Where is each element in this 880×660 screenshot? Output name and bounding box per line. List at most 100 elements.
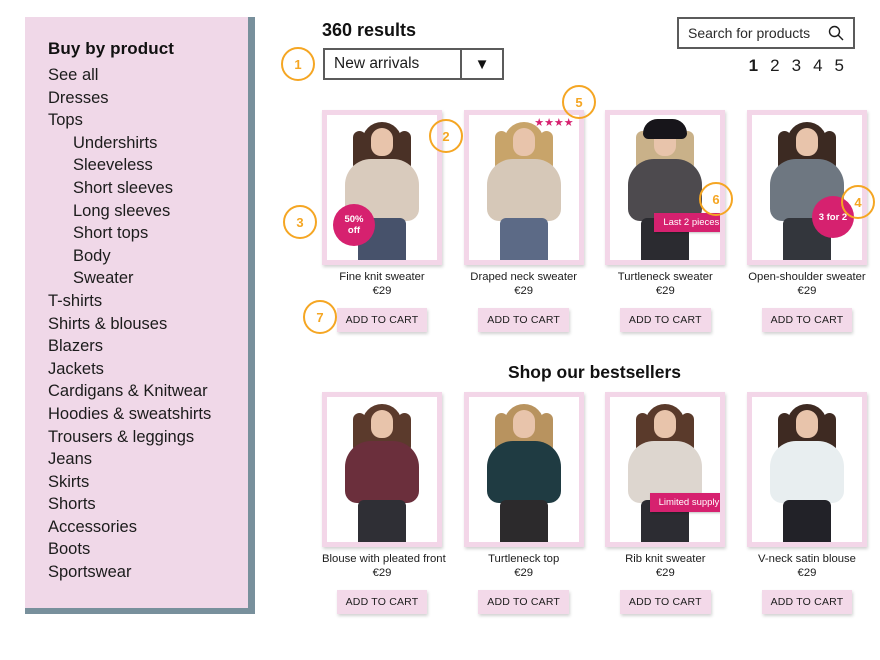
sidebar-item-skirts[interactable]: Skirts [25,471,248,494]
add-to-cart-button[interactable]: ADD TO CART [478,590,570,614]
add-to-cart-wrapper: ADD TO CART [322,590,442,614]
product-title[interactable]: V-neck satin blouse [747,553,867,566]
search-icon[interactable] [828,25,844,41]
sidebar-item-short-tops[interactable]: Short tops [25,222,248,245]
pagination-page-2[interactable]: 2 [770,56,779,76]
sidebar-item-sweater[interactable]: Sweater [25,267,248,290]
product-title[interactable]: Turtleneck sweater [605,271,725,284]
product-title[interactable]: Rib knit sweater [605,553,725,566]
promo-badge-line1: 50% [344,214,364,225]
product-title[interactable]: Blouse with pleated front [322,553,446,566]
product-image-frame[interactable] [322,392,442,547]
sidebar-item-jackets[interactable]: Jackets [25,358,248,381]
add-to-cart-button[interactable]: ADD TO CART [619,590,711,614]
sidebar-item-see-all[interactable]: See all [25,64,248,87]
product-card[interactable]: Blouse with pleated front €29 ADD TO CART [322,392,446,614]
chevron-down-icon[interactable]: ▼ [462,50,502,78]
product-card[interactable]: V-neck satin blouse €29 ADD TO CART [746,392,867,614]
product-image-frame[interactable]: ★★★★ [463,110,584,265]
product-photo [468,115,579,260]
category-sidebar: Buy by product See all Dresses Tops Undersh… [25,17,255,614]
add-to-cart-wrapper: ADD TO CART [464,590,584,614]
add-to-cart-button[interactable]: ADD TO CART [336,308,428,332]
add-to-cart-wrapper: ADD TO CART [747,308,867,332]
product-price: €29 [797,567,817,579]
pagination-page-5[interactable]: 5 [835,56,844,76]
product-title[interactable]: Draped neck sweater [464,271,584,284]
sidebar-item-blazers[interactable]: Blazers [25,335,248,358]
callout-marker-5: 5 [562,85,596,119]
sidebar-heading: Buy by product [48,39,175,58]
bestsellers-heading: Shop our bestsellers [507,362,682,382]
sidebar-item-shirts-blouses[interactable]: Shirts & blouses [25,313,248,336]
sidebar-item-cardigans-knitwear[interactable]: Cardigans & Knitwear [25,380,248,403]
add-to-cart-button[interactable]: ADD TO CART [761,590,853,614]
product-image-frame[interactable]: 50% off [322,110,442,265]
callout-marker-1: 1 [281,47,315,81]
pagination-page-1[interactable]: 1 [749,56,758,76]
pagination-page-3[interactable]: 3 [792,56,801,76]
sidebar-item-short-sleeves[interactable]: Short sleeves [25,177,248,200]
promo-badge: 50% off [333,204,375,246]
product-photo [751,397,862,542]
product-price: €29 [514,285,534,297]
sidebar-item-boots[interactable]: Boots [25,538,248,561]
promo-badge-line2: off [347,225,361,236]
search-placeholder-text[interactable]: Search for products [688,25,828,41]
callout-marker-6: 6 [699,182,733,216]
add-to-cart-button[interactable]: ADD TO CART [336,590,428,614]
product-photo [610,397,721,542]
sidebar-item-long-sleeves[interactable]: Long sleeves [25,200,248,223]
callout-marker-7: 7 [303,300,337,334]
sort-dropdown-value[interactable]: New arrivals [325,50,462,78]
product-price: €29 [372,285,392,297]
product-title[interactable]: Fine knit sweater [322,271,442,284]
add-to-cart-button[interactable]: ADD TO CART [619,308,711,332]
product-price: €29 [655,285,675,297]
sidebar-item-dresses[interactable]: Dresses [25,87,248,110]
product-photo [468,397,579,542]
add-to-cart-wrapper: ADD TO CART [464,308,584,332]
results-count: 360 results [322,20,417,40]
sidebar-item-t-shirts[interactable]: T-shirts [25,290,248,313]
sidebar-item-shorts[interactable]: Shorts [25,493,248,516]
sidebar-item-trousers-leggings[interactable]: Trousers & leggings [25,426,248,449]
product-card[interactable]: Turtleneck top €29 ADD TO CART [463,392,584,614]
sidebar-item-sleeveless[interactable]: Sleeveless [25,154,248,177]
rating-stars: ★★★★ [534,117,574,129]
promo-ribbon: Limited supply [649,493,721,512]
product-title[interactable]: Turtleneck top [464,553,584,566]
product-card[interactable]: 3 for 2 Open-shoulder sweater €29 ADD TO CA… [746,110,867,332]
product-price: €29 [797,285,817,297]
callout-marker-2: 2 [429,119,463,153]
product-title[interactable]: Open-shoulder sweater [747,271,867,284]
product-image-frame[interactable] [746,392,867,547]
product-grid-new-arrivals: 50% off Fine knit sweater €29 ADD TO CART ★★★… [322,110,867,332]
product-card[interactable]: Last 2 pieces Turtleneck sweater €29 ADD TO… [605,110,726,332]
sidebar-item-body[interactable]: Body [25,245,248,268]
sidebar-item-tops[interactable]: Tops [25,109,248,132]
search-input[interactable]: Search for products [677,17,855,49]
add-to-cart-button[interactable]: ADD TO CART [761,308,853,332]
add-to-cart-wrapper: ADD TO CART [322,308,442,332]
sort-dropdown[interactable]: New arrivals ▼ [323,48,504,80]
sidebar-item-hoodies-sweatshirts[interactable]: Hoodies & sweatshirts [25,403,248,426]
pagination-page-4[interactable]: 4 [813,56,822,76]
sidebar-item-accessories[interactable]: Accessories [25,516,248,539]
add-to-cart-wrapper: ADD TO CART [605,590,725,614]
callout-marker-3: 3 [283,205,317,239]
add-to-cart-button[interactable]: ADD TO CART [478,308,570,332]
product-image-frame[interactable]: Limited supply [605,392,726,547]
product-card[interactable]: 50% off Fine knit sweater €29 ADD TO CART [322,110,442,332]
pagination[interactable]: 12345 [749,56,844,76]
sidebar-item-jeans[interactable]: Jeans [25,448,248,471]
product-grid-bestsellers: Blouse with pleated front €29 ADD TO CART T… [322,392,867,614]
product-photo [327,397,437,542]
promo-badge-line1: 3 for 2 [818,211,848,223]
sidebar-item-undershirts[interactable]: Undershirts [25,132,248,155]
product-card[interactable]: Limited supply Rib knit sweater €29 ADD TO … [605,392,726,614]
sidebar-item-sportswear[interactable]: Sportswear [25,561,248,584]
product-photo [751,115,862,260]
product-card[interactable]: ★★★★ Draped neck sweater €29 ADD TO CART [463,110,584,332]
product-image-frame[interactable] [463,392,584,547]
